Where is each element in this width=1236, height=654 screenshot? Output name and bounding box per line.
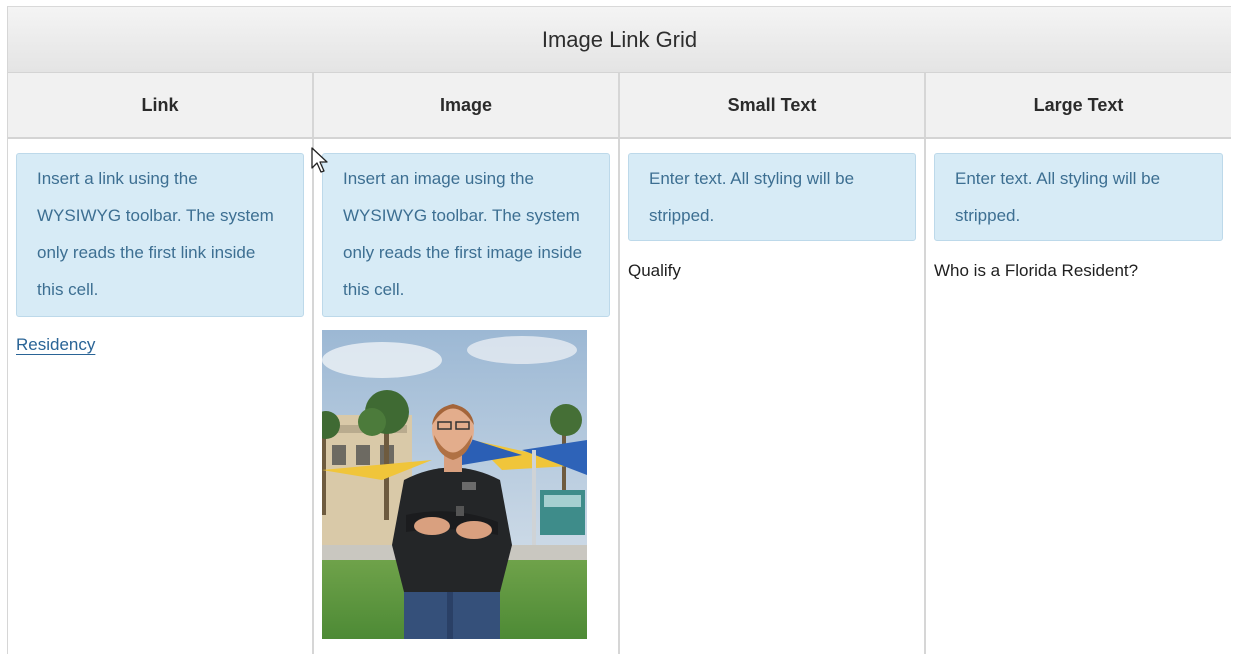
grid-body-row: Insert a link using the WYSIWYG toolbar.… <box>8 139 1231 654</box>
small-text-cell[interactable]: Enter text. All styling will be stripped… <box>620 139 926 654</box>
column-header-large-text: Large Text <box>1033 94 1124 115</box>
image-cell[interactable]: Insert an image using the WYSIWYG toolba… <box>314 139 620 654</box>
large-text-cell[interactable]: Enter text. All styling will be stripped… <box>926 139 1231 654</box>
grid-title: Image Link Grid <box>8 7 1231 73</box>
grid-header-row: Link Image Small Text Large Text <box>8 73 1231 139</box>
mouse-pointer-icon <box>311 147 328 173</box>
link-cell[interactable]: Insert a link using the WYSIWYG toolbar.… <box>8 139 314 654</box>
column-header-link: Link <box>8 73 314 137</box>
small-text-help-note: Enter text. All styling will be stripped… <box>628 153 916 241</box>
image-cell-help-note: Insert an image using the WYSIWYG toolba… <box>322 153 610 317</box>
image-link-grid: Image Link Grid Link Image Small Text La… <box>7 6 1231 654</box>
large-text-help-note: Enter text. All styling will be stripped… <box>934 153 1223 241</box>
large-text-value[interactable]: Who is a Florida Resident? <box>934 261 1223 281</box>
column-header-image: Image <box>314 73 620 137</box>
residency-link[interactable]: Residency <box>16 335 95 355</box>
column-header-small-text: Small Text <box>620 73 926 137</box>
cell-photo[interactable] <box>322 330 587 639</box>
small-text-value[interactable]: Qualify <box>628 261 916 281</box>
link-cell-help-note: Insert a link using the WYSIWYG toolbar.… <box>16 153 304 317</box>
